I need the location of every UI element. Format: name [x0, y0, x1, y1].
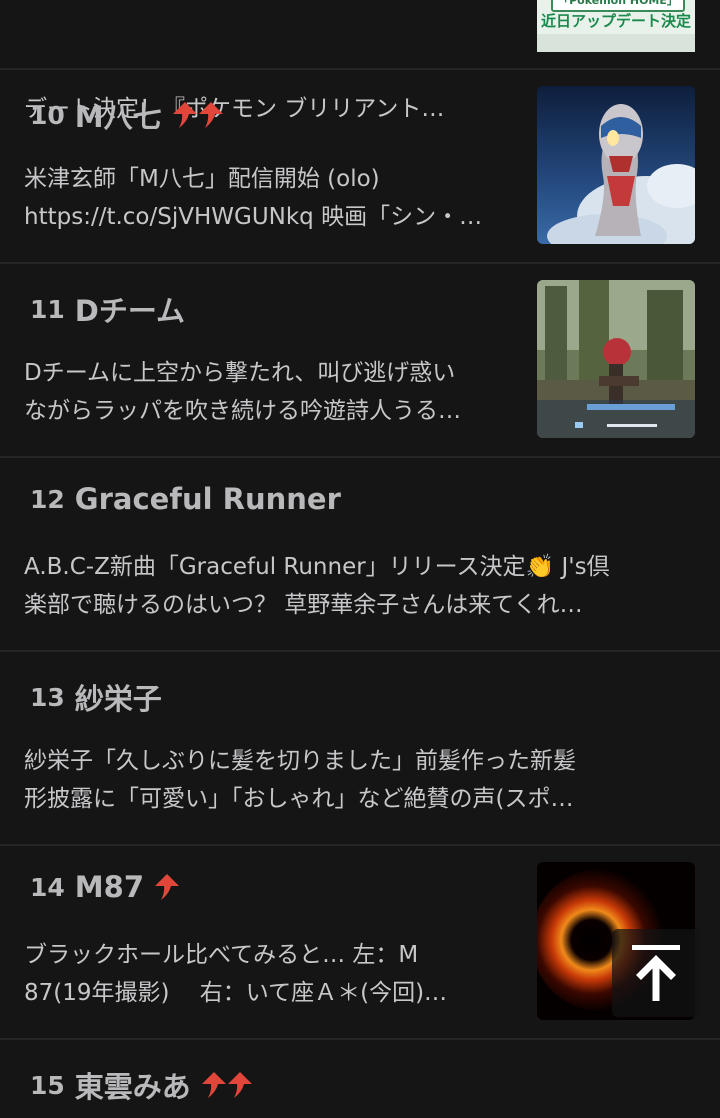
item-thumbnail: 「Pokemon HOME」 近日アップデート決定 — [537, 0, 695, 52]
list-item-partial[interactable]: デート決定！『ポケモン ブリリアント… 「Pokemon HOME」 近日アップ… — [0, 0, 720, 122]
rank-number: 12 — [30, 484, 65, 514]
list-item[interactable]: 13 紗栄子 紗栄子「久しぶりに髪を切りました」前髪作った新髪 形披露に「可愛い… — [0, 652, 720, 846]
desc-line: 87(19年撮影) 右：いて座Ａ＊(今回)… — [24, 980, 448, 1006]
desc-line: 米津玄師「M八七」配信開始 (olo) — [24, 166, 380, 192]
trend-up-double-icon — [172, 100, 224, 130]
item-header: 15 東雲みあ — [30, 1064, 253, 1106]
desc-line: Dチームに上空から撃たれ、叫び逃げ惑い — [24, 360, 456, 386]
desc-line: 楽部で聴けるのはいつ？ 草野華余子さんは来てくれ… — [24, 592, 583, 618]
rank-number: 13 — [30, 682, 65, 712]
trend-up-double-icon — [201, 1070, 253, 1100]
desc-line: A.B.C-Z新曲「Graceful Runner」リリース決定👏 J's倶 — [24, 554, 610, 580]
desc-line: 紗栄子「久しぶりに髪を切りました」前髪作った新髪 — [24, 748, 576, 774]
item-title[interactable]: Graceful Runner — [75, 482, 341, 516]
item-title[interactable]: 東雲みあ — [75, 1064, 191, 1106]
list-item[interactable]: 10 M八七 米津玄師「M八七」配信開始 (olo) https://t.co/… — [0, 70, 720, 264]
item-description: 紗栄子「久しぶりに髪を切りました」前髪作った新髪 形披露に「可愛い」「おしゃれ」… — [24, 742, 659, 818]
item-title[interactable]: M八七 — [75, 94, 162, 136]
item-header: 11 Dチーム — [30, 288, 185, 330]
rank-number: 11 — [30, 294, 65, 324]
arrow-up-to-top-icon — [632, 945, 680, 1001]
list-item[interactable]: 12 Graceful Runner A.B.C-Z新曲「Graceful Ru… — [0, 458, 720, 652]
trend-up-icon — [154, 872, 180, 902]
item-description: Dチームに上空から撃たれ、叫び逃げ惑い ながらラッパを吹き続ける吟遊詩人うる… — [24, 354, 509, 430]
item-title[interactable]: Dチーム — [75, 288, 185, 330]
list-item[interactable]: 15 東雲みあ — [0, 1040, 720, 1118]
rank-number: 10 — [30, 100, 65, 130]
item-title[interactable]: M87 — [75, 870, 144, 904]
rank-number: 14 — [30, 872, 65, 902]
item-description: ブラックホール比べてみると… 左：M 87(19年撮影) 右：いて座Ａ＊(今回)… — [24, 936, 509, 1012]
desc-line: 形披露に「可愛い」「おしゃれ」など絶賛の声(スポ… — [24, 786, 574, 812]
desc-line: ながらラッパを吹き続ける吟遊詩人うる… — [24, 398, 461, 424]
list-item[interactable]: 11 Dチーム Dチームに上空から撃たれ、叫び逃げ惑い ながらラッパを吹き続ける… — [0, 264, 720, 458]
item-header: 14 M87 — [30, 870, 180, 904]
desc-line: https://t.co/SjVHWGUNkq 映画「シン・… — [24, 204, 483, 230]
desc-line: ブラックホール比べてみると… 左：M — [24, 942, 419, 968]
item-header: 13 紗栄子 — [30, 676, 162, 718]
item-header: 10 M八七 — [30, 94, 224, 136]
item-description: A.B.C-Z新曲「Graceful Runner」リリース決定👏 J's倶 楽… — [24, 548, 659, 624]
rank-number: 15 — [30, 1070, 65, 1100]
item-description: 米津玄師「M八七」配信開始 (olo) https://t.co/SjVHWGU… — [24, 160, 509, 236]
item-title[interactable]: 紗栄子 — [75, 676, 162, 718]
item-thumbnail[interactable] — [537, 86, 695, 244]
item-thumbnail[interactable] — [537, 280, 695, 438]
back-to-top-button[interactable] — [612, 929, 700, 1017]
item-header: 12 Graceful Runner — [30, 482, 341, 516]
thumb-headline: 近日アップデート決定 — [540, 12, 691, 30]
